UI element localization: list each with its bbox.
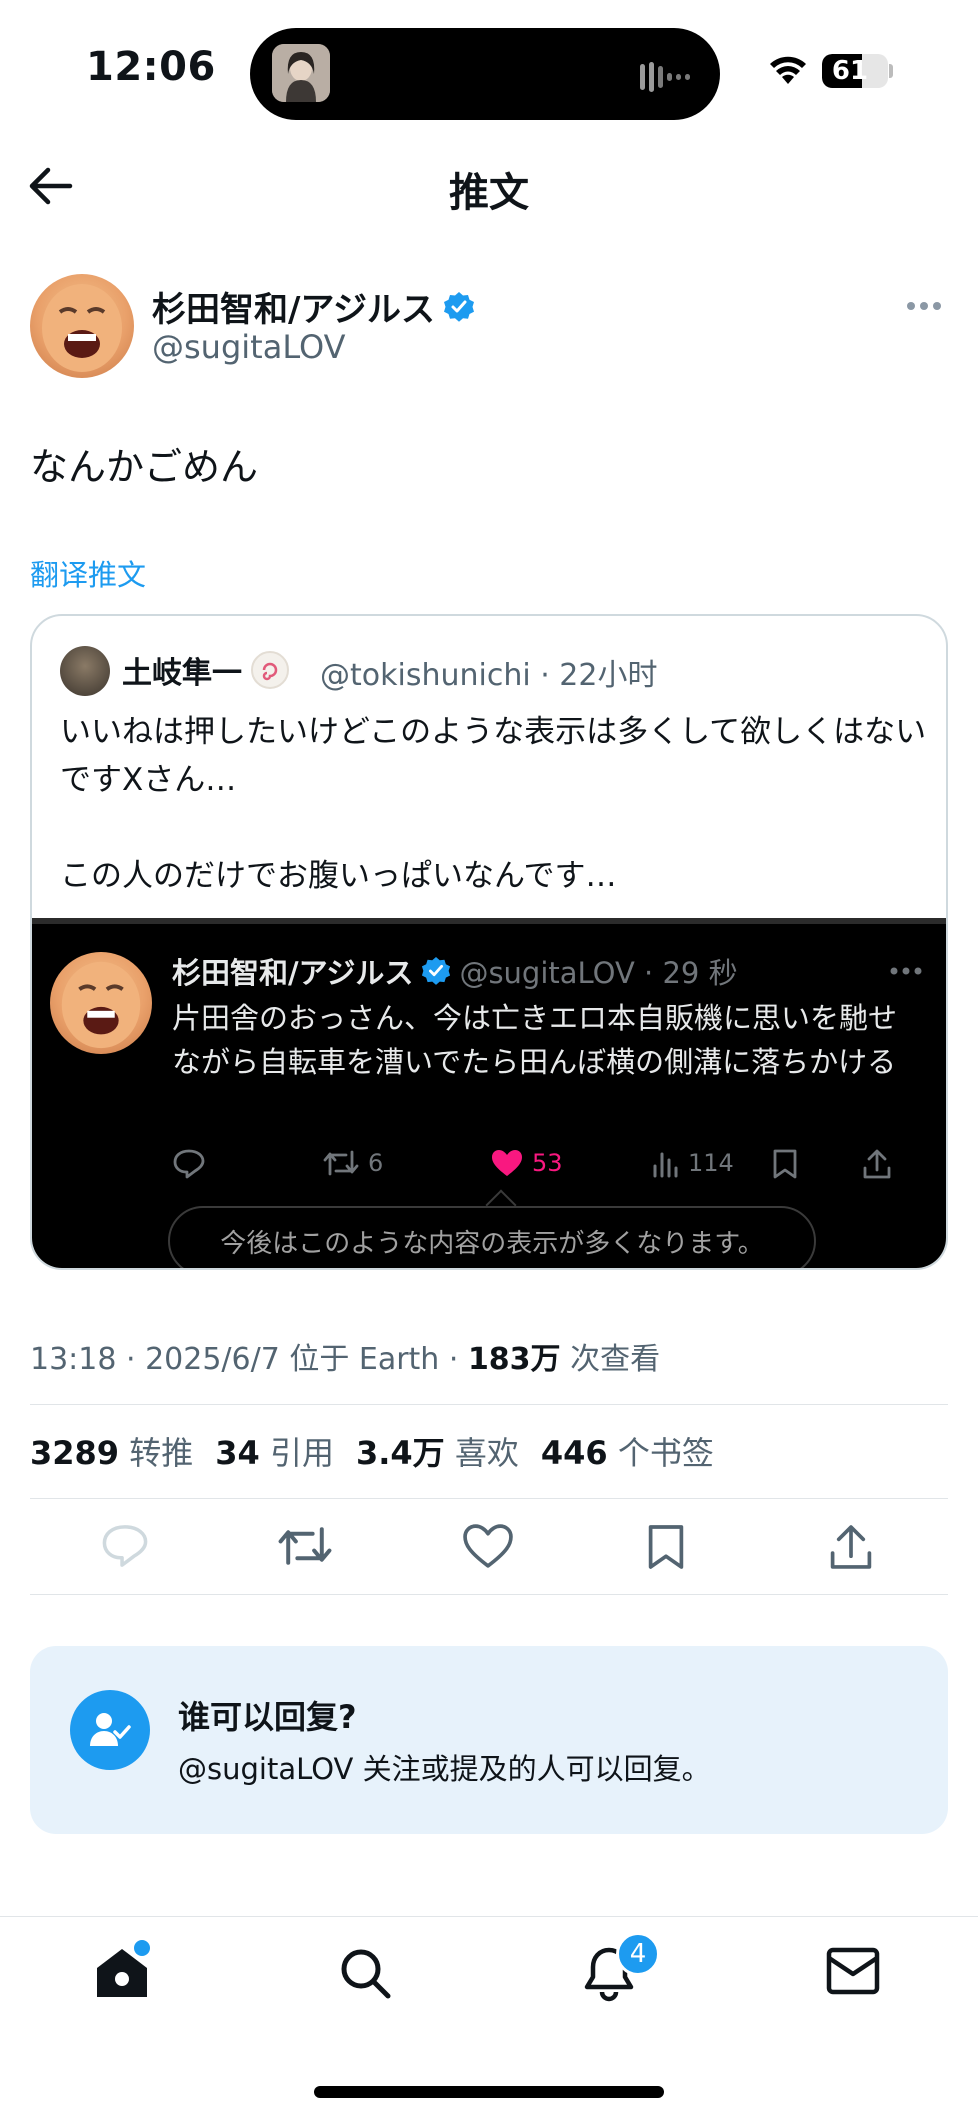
screenshot-text: 片田舎のおっさん、今は亡きエロ本自販機に思いを馳せながら自転車を漕いでたら田んぼ… bbox=[172, 1001, 898, 1079]
quote-author-handle-time: @tokishunichi · 22小时 bbox=[320, 658, 658, 693]
battery-indicator: 61 bbox=[822, 54, 888, 88]
views-label: 次查看 bbox=[560, 1342, 661, 1377]
quote-author-name: 土岐隼一 bbox=[122, 656, 242, 691]
tab-bar-divider bbox=[0, 1916, 978, 1917]
home-unread-dot bbox=[134, 1940, 150, 1956]
tweet-action-bar bbox=[30, 1522, 948, 1578]
translate-tweet-link[interactable]: 翻译推文 bbox=[30, 552, 146, 594]
author-handle[interactable]: @sugitaLOV bbox=[152, 328, 346, 366]
stat-quotes[interactable]: 34 引用 bbox=[215, 1428, 334, 1474]
divider bbox=[30, 1404, 948, 1405]
screenshot-author-name: 杉田智和/アジルス bbox=[172, 956, 414, 990]
home-indicator[interactable] bbox=[314, 2086, 664, 2098]
reply-icon[interactable] bbox=[100, 1522, 150, 1570]
share-icon[interactable] bbox=[828, 1522, 874, 1572]
screenshot-like-count: 53 bbox=[532, 1149, 563, 1177]
stat-likes[interactable]: 3.4万 喜欢 bbox=[356, 1428, 519, 1474]
author-avatar[interactable] bbox=[30, 274, 134, 378]
battery-percent: 61 bbox=[831, 56, 869, 86]
tweet-time-date-location: 13:18 · 2025/6/7 位于 Earth · bbox=[30, 1342, 468, 1377]
stat-bookmarks[interactable]: 446 个书签 bbox=[541, 1428, 714, 1474]
screenshot-handle-time: @sugitaLOV · 29 秒 bbox=[459, 956, 738, 990]
tweet-stats: 3289 转推 34 引用 3.4万 喜欢 446 个书签 bbox=[30, 1428, 714, 1474]
mentioned-user-icon bbox=[70, 1690, 150, 1770]
battery-nub bbox=[889, 64, 893, 78]
like-icon[interactable] bbox=[462, 1522, 514, 1570]
bookmark-icon[interactable] bbox=[646, 1522, 686, 1572]
screenshot-header: 杉田智和/アジルス @sugitaLOV · 29 秒 bbox=[172, 950, 738, 992]
author-name-row[interactable]: 杉田智和/アジルス bbox=[152, 282, 475, 331]
divider bbox=[30, 1498, 948, 1499]
divider bbox=[30, 1594, 948, 1595]
reply-restriction-box: 谁可以回复? @sugitaLOV 关注或提及的人可以回复。 bbox=[30, 1646, 948, 1834]
dynamic-island[interactable] bbox=[250, 28, 720, 120]
screenshot-avatar bbox=[50, 952, 152, 1054]
screenshot-retweet-count: 6 bbox=[368, 1149, 384, 1177]
author-name[interactable]: 杉田智和/アジルス bbox=[152, 282, 435, 331]
reply-description: @sugitaLOV 关注或提及的人可以回复。 bbox=[178, 1752, 711, 1786]
verified-badge-icon bbox=[443, 291, 475, 323]
page-title: 推文 bbox=[449, 170, 529, 216]
quote-author-row: 土岐隼一 bbox=[122, 648, 290, 692]
like-stat: 53 bbox=[490, 1148, 563, 1178]
retweet-icon[interactable] bbox=[276, 1522, 334, 1570]
share-icon bbox=[862, 1148, 892, 1180]
tweet-text: なんかごめん bbox=[30, 445, 259, 489]
notification-badge: 4 bbox=[616, 1932, 660, 1976]
quote-text: いいねは押したいけどこのような表示は多くして欲しくはないですXさん… この人のだ… bbox=[60, 714, 927, 894]
quote-author-avatar bbox=[60, 646, 110, 696]
quoted-tweet-card[interactable]: 土岐隼一 @tokishunichi · 22小时 いいねは押したいけどこのよう… bbox=[30, 614, 948, 1270]
notice-tooltip: 今後はこのような内容の表示が多くなります。 bbox=[168, 1206, 816, 1268]
search-icon[interactable] bbox=[338, 1946, 392, 2000]
messages-icon[interactable] bbox=[826, 1946, 880, 1996]
tweet-meta: 13:18 · 2025/6/7 位于 Earth · 183万 次查看 bbox=[30, 1334, 660, 1378]
wifi-icon bbox=[768, 56, 808, 86]
retweet-stat: 6 bbox=[322, 1148, 383, 1178]
reply-title: 谁可以回复? bbox=[178, 1698, 357, 1736]
sticker-emoji-icon bbox=[250, 650, 290, 690]
audio-wave-icon bbox=[640, 62, 690, 92]
bookmark-icon bbox=[772, 1148, 798, 1180]
more-options-icon bbox=[890, 966, 922, 976]
screenshot-actions: 6 53 114 bbox=[172, 1148, 912, 1192]
status-time: 12:06 bbox=[86, 44, 216, 90]
more-options-icon[interactable] bbox=[906, 300, 942, 312]
verified-badge-icon bbox=[421, 956, 451, 986]
views-stat: 114 bbox=[652, 1148, 734, 1178]
embedded-screenshot: 杉田智和/アジルス @sugitaLOV · 29 秒 片田舎のおっさん、今は亡… bbox=[32, 918, 946, 1268]
screenshot-view-count: 114 bbox=[688, 1149, 734, 1177]
views-count: 183万 bbox=[467, 1342, 561, 1377]
stat-retweets[interactable]: 3289 转推 bbox=[30, 1428, 193, 1474]
now-playing-thumbnail bbox=[272, 44, 330, 102]
reply-icon bbox=[172, 1148, 206, 1180]
